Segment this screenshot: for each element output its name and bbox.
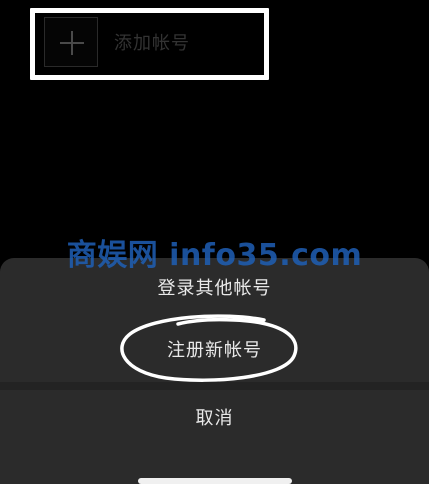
highlight-rectangle <box>30 8 269 80</box>
home-indicator <box>138 478 292 484</box>
cancel-button[interactable]: 取消 <box>0 406 429 432</box>
login-other-account-button[interactable]: 登录其他帐号 <box>0 276 429 302</box>
hand-drawn-circle-annotation <box>120 314 298 382</box>
watermark-text: 商娱网 info35.com <box>66 238 363 273</box>
